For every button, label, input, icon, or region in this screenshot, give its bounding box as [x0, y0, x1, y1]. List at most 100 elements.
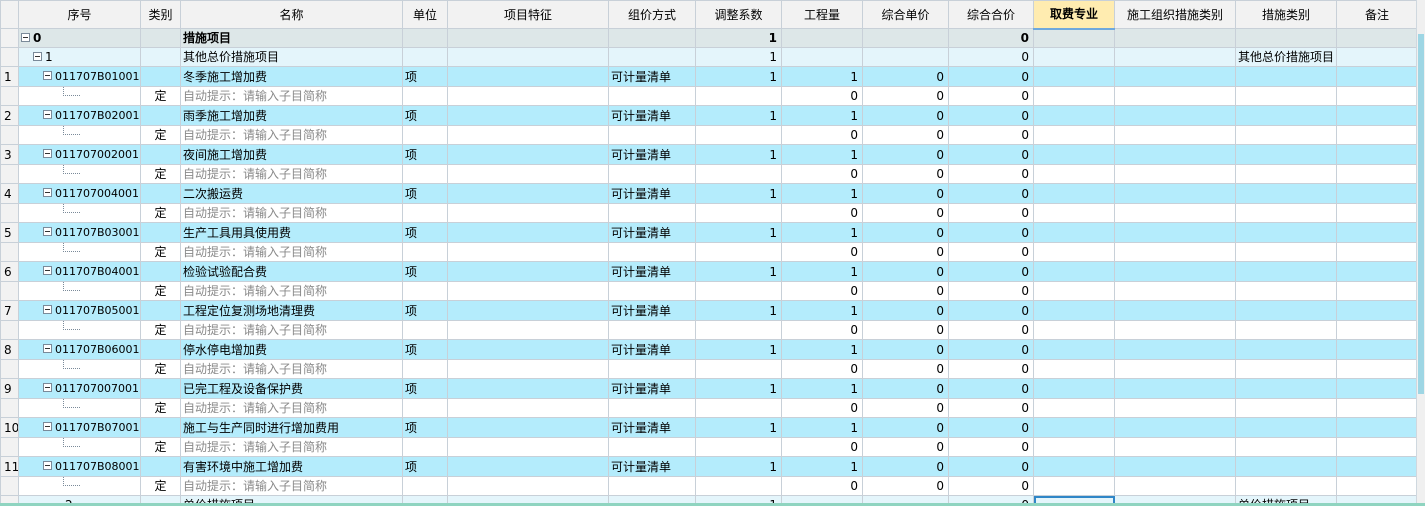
- cell-kind[interactable]: 定: [140, 164, 181, 184]
- cell-note[interactable]: [1336, 164, 1418, 184]
- cell-note[interactable]: [1336, 281, 1418, 301]
- table-row[interactable]: 4 011707004001 二次搬运费项可计量清单 1 1 0 0: [0, 183, 1418, 204]
- cell-fee[interactable]: [1033, 242, 1115, 262]
- cell-fee[interactable]: [1033, 261, 1115, 282]
- cell-method[interactable]: [608, 203, 696, 223]
- cell-cat[interactable]: [1235, 183, 1337, 204]
- cell-qty[interactable]: 0: [781, 242, 863, 262]
- cell-unit[interactable]: [402, 476, 448, 496]
- cell-seq[interactable]: 011707B08001: [18, 456, 141, 477]
- cell-coef[interactable]: [695, 203, 782, 223]
- cell-unit[interactable]: [402, 203, 448, 223]
- cell-fee[interactable]: [1033, 47, 1115, 67]
- cell-total[interactable]: 0: [948, 476, 1034, 496]
- cell-total[interactable]: 0: [948, 261, 1034, 282]
- cell-qty[interactable]: 0: [781, 398, 863, 418]
- cell-note[interactable]: [1336, 378, 1418, 399]
- header-org[interactable]: 施工组织措施类别: [1114, 0, 1236, 29]
- cell-note[interactable]: [1336, 86, 1418, 106]
- cell-price[interactable]: 0: [862, 242, 949, 262]
- cell-price[interactable]: 0: [862, 105, 949, 126]
- cell-fee[interactable]: [1033, 398, 1115, 418]
- cell-unit[interactable]: [402, 359, 448, 379]
- cell-price[interactable]: 0: [862, 398, 949, 418]
- scrollbar-thumb[interactable]: [1418, 34, 1424, 394]
- header-kind[interactable]: 类别: [140, 0, 181, 29]
- cell-coef[interactable]: [695, 320, 782, 340]
- table-row[interactable]: 9 011707007001 已完工程及设备保护费项可计量清单 1 1 0 0: [0, 378, 1418, 399]
- cell-seq[interactable]: 0: [18, 28, 141, 48]
- cell-unit[interactable]: 项: [402, 261, 448, 282]
- cell-kind[interactable]: [140, 47, 181, 67]
- collapse-toggle-icon[interactable]: [43, 461, 52, 470]
- cell-kind[interactable]: [140, 339, 181, 360]
- cell-price[interactable]: 0: [862, 300, 949, 321]
- cell-seq[interactable]: 011707B05001: [18, 300, 141, 321]
- cell-cat[interactable]: [1235, 144, 1337, 165]
- cell-kind[interactable]: 定: [140, 320, 181, 340]
- row-number[interactable]: [0, 203, 19, 223]
- cell-name[interactable]: 自动提示：请输入子目简称: [180, 398, 403, 418]
- cell-method[interactable]: [608, 320, 696, 340]
- cell-org[interactable]: [1114, 359, 1236, 379]
- table-row[interactable]: 6 011707B04001 检验试验配合费项可计量清单 1 1 0 0: [0, 261, 1418, 282]
- cell-cat[interactable]: [1235, 281, 1337, 301]
- cell-total[interactable]: 0: [948, 281, 1034, 301]
- cell-feature[interactable]: [447, 183, 609, 204]
- cell-kind[interactable]: [140, 261, 181, 282]
- cell-seq[interactable]: 011707B07001: [18, 417, 141, 438]
- cell-price[interactable]: 0: [862, 320, 949, 340]
- row-number[interactable]: 2: [0, 105, 19, 126]
- table-row[interactable]: 8 011707B06001 停水停电增加费项可计量清单 1 1 0 0: [0, 339, 1418, 360]
- cell-feature[interactable]: [447, 437, 609, 457]
- cell-qty[interactable]: 0: [781, 125, 863, 145]
- cell-price[interactable]: 0: [862, 144, 949, 165]
- cell-feature[interactable]: [447, 28, 609, 48]
- cell-feature[interactable]: [447, 86, 609, 106]
- cell-name[interactable]: 工程定位复测场地清理费: [180, 300, 403, 321]
- cell-unit[interactable]: [402, 437, 448, 457]
- cell-cat[interactable]: [1235, 164, 1337, 184]
- cell-seq[interactable]: [18, 359, 141, 379]
- row-number[interactable]: 11: [0, 456, 19, 477]
- cell-unit[interactable]: 项: [402, 300, 448, 321]
- cell-unit[interactable]: 项: [402, 417, 448, 438]
- cell-method[interactable]: [608, 164, 696, 184]
- cell-unit[interactable]: 项: [402, 378, 448, 399]
- cell-qty[interactable]: 0: [781, 476, 863, 496]
- cell-total[interactable]: 0: [948, 105, 1034, 126]
- cell-method[interactable]: [608, 125, 696, 145]
- cell-total[interactable]: 0: [948, 164, 1034, 184]
- cell-org[interactable]: [1114, 378, 1236, 399]
- sub-item-row[interactable]: 定自动提示：请输入子目简称 0 0 0: [0, 86, 1418, 106]
- cell-cat[interactable]: [1235, 105, 1337, 126]
- cell-fee[interactable]: [1033, 437, 1115, 457]
- cell-seq[interactable]: 011707B04001: [18, 261, 141, 282]
- cell-note[interactable]: [1336, 47, 1418, 67]
- header-note[interactable]: 备注: [1336, 0, 1418, 29]
- cell-note[interactable]: [1336, 125, 1418, 145]
- cell-cat[interactable]: [1235, 86, 1337, 106]
- header-total[interactable]: 综合合价: [948, 0, 1034, 29]
- cell-kind[interactable]: [140, 456, 181, 477]
- cell-org[interactable]: [1114, 47, 1236, 67]
- row-number[interactable]: [0, 281, 19, 301]
- cell-org[interactable]: [1114, 300, 1236, 321]
- cell-kind[interactable]: 定: [140, 281, 181, 301]
- cell-price[interactable]: 0: [862, 183, 949, 204]
- cell-org[interactable]: [1114, 339, 1236, 360]
- sub-item-row[interactable]: 定自动提示：请输入子目简称 0 0 0: [0, 398, 1418, 418]
- cell-name[interactable]: 自动提示：请输入子目简称: [180, 320, 403, 340]
- table-row[interactable]: 7 011707B05001 工程定位复测场地清理费项可计量清单 1 1 0 0: [0, 300, 1418, 321]
- cell-total[interactable]: 0: [948, 242, 1034, 262]
- cell-feature[interactable]: [447, 378, 609, 399]
- cell-qty[interactable]: 1: [781, 261, 863, 282]
- cell-unit[interactable]: [402, 28, 448, 48]
- cell-method[interactable]: [608, 28, 696, 48]
- cell-coef[interactable]: 1: [695, 222, 782, 243]
- cell-cat[interactable]: [1235, 378, 1337, 399]
- row-number[interactable]: 5: [0, 222, 19, 243]
- cell-kind[interactable]: 定: [140, 242, 181, 262]
- cell-fee[interactable]: [1033, 164, 1115, 184]
- cell-cat[interactable]: [1235, 320, 1337, 340]
